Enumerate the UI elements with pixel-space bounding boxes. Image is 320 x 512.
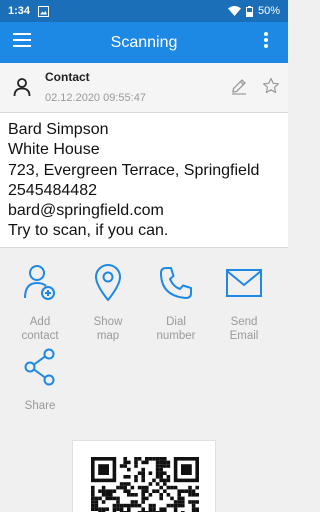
phone-icon bbox=[158, 261, 194, 305]
status-time: 1:34 bbox=[8, 5, 31, 17]
qr-code-image bbox=[91, 457, 199, 512]
add-contact-button[interactable]: Add contact bbox=[6, 261, 74, 343]
more-options-button[interactable] bbox=[244, 22, 288, 63]
share-icon bbox=[23, 345, 57, 389]
show-map-button[interactable]: Show map bbox=[74, 261, 142, 343]
share-button[interactable]: Share bbox=[6, 345, 74, 413]
send-email-button[interactable]: Send Email bbox=[210, 261, 278, 343]
battery-icon bbox=[245, 5, 253, 17]
gallery-notification-icon bbox=[38, 5, 50, 17]
menu-button[interactable] bbox=[0, 22, 44, 63]
hamburger-menu-icon bbox=[13, 33, 31, 52]
page-title: Scanning bbox=[110, 33, 178, 51]
dial-number-label: Dial number bbox=[156, 316, 196, 342]
battery-percent: 50% bbox=[257, 5, 280, 17]
contact-name: Bard Simpson bbox=[8, 121, 109, 138]
add-person-icon bbox=[23, 261, 57, 305]
contact-details: Bard Simpson White House 723, Evergreen … bbox=[0, 113, 288, 248]
result-type-label: Contact bbox=[45, 70, 90, 84]
app-bar: Scanning bbox=[0, 22, 288, 63]
edit-button[interactable] bbox=[230, 77, 248, 100]
envelope-icon bbox=[226, 261, 262, 305]
favorite-button[interactable] bbox=[262, 77, 280, 100]
result-header: Contact 02.12.2020 09:55:47 bbox=[0, 63, 288, 113]
contact-email: bard@springfield.com bbox=[8, 202, 164, 220]
contact-phone: 2545484482 bbox=[8, 181, 97, 199]
status-bar: 1:34 50% bbox=[0, 0, 288, 22]
person-icon bbox=[12, 77, 32, 102]
pencil-icon bbox=[232, 79, 246, 95]
share-label: Share bbox=[24, 400, 56, 412]
contact-note: Try to scan, if you can. bbox=[8, 222, 169, 240]
map-pin-icon bbox=[94, 261, 122, 305]
qr-code-card bbox=[72, 440, 216, 512]
scan-date: 02.12.2020 09:55:47 bbox=[45, 92, 146, 104]
send-email-label: Send Email bbox=[229, 316, 259, 342]
star-icon bbox=[263, 77, 279, 94]
wifi-icon bbox=[227, 6, 241, 16]
contact-address: 723, Evergreen Terrace, Springfield bbox=[8, 161, 260, 179]
more-vertical-icon bbox=[264, 32, 268, 53]
dial-number-button[interactable]: Dial number bbox=[142, 261, 210, 343]
show-map-label: Show map bbox=[93, 316, 123, 342]
add-contact-label: Add contact bbox=[21, 316, 59, 342]
contact-organization: White House bbox=[8, 141, 100, 159]
